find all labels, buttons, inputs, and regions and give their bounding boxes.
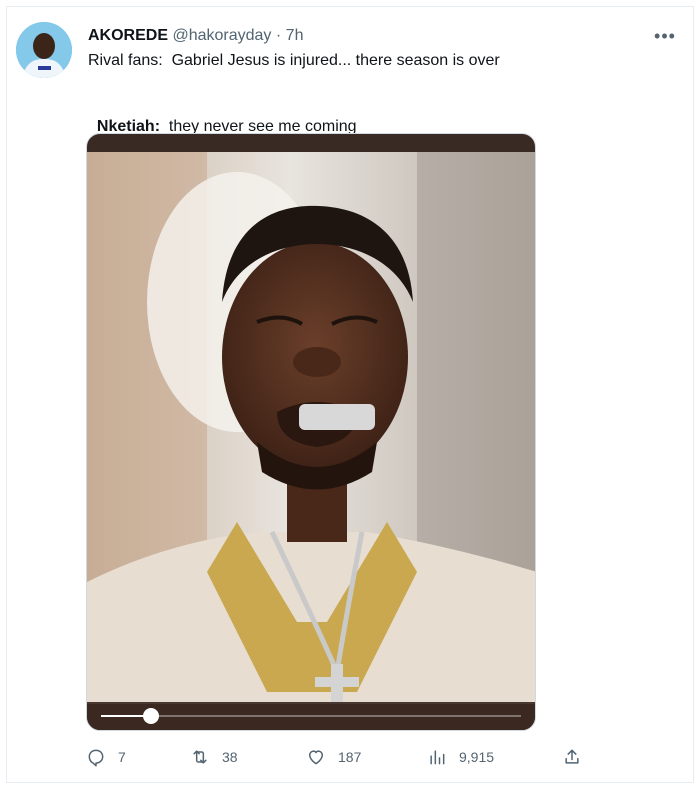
views-count: 9,915 [459, 749, 495, 765]
views-bar-chart-icon [430, 750, 445, 765]
views-button[interactable]: 9,915 [427, 745, 494, 769]
like-count: 187 [338, 749, 362, 765]
video-progress-bar[interactable] [101, 708, 521, 724]
reply-button[interactable]: 7 [86, 745, 126, 769]
reply-count: 7 [118, 749, 126, 765]
tweet-header: AKOREDE @hakorayday · 7h [88, 26, 303, 46]
video-scrubber-handle[interactable] [143, 708, 160, 724]
like-button[interactable]: 187 [306, 745, 361, 769]
more-icon[interactable]: ••• [652, 26, 678, 46]
reply-icon [88, 749, 104, 767]
video-frame[interactable] [87, 152, 536, 704]
video-controls [87, 702, 535, 730]
share-button[interactable] [562, 745, 582, 769]
author-handle[interactable]: @hakorayday [172, 27, 271, 44]
tweet-actions: 7 38 187 9,915 [86, 745, 596, 769]
tweet-text-line-1: Rival fans: Gabriel Jesus is injured... … [88, 52, 500, 69]
tweet-time[interactable]: 7h [286, 27, 304, 44]
retweet-icon [193, 750, 207, 764]
retweet-count: 38 [222, 749, 238, 765]
video-player[interactable] [86, 133, 536, 731]
retweet-button[interactable]: 38 [190, 745, 238, 769]
avatar[interactable] [16, 22, 72, 78]
share-icon [565, 749, 579, 764]
author-name[interactable]: AKOREDE [88, 27, 168, 44]
separator-dot: · [275, 27, 282, 44]
heart-icon [309, 750, 323, 765]
